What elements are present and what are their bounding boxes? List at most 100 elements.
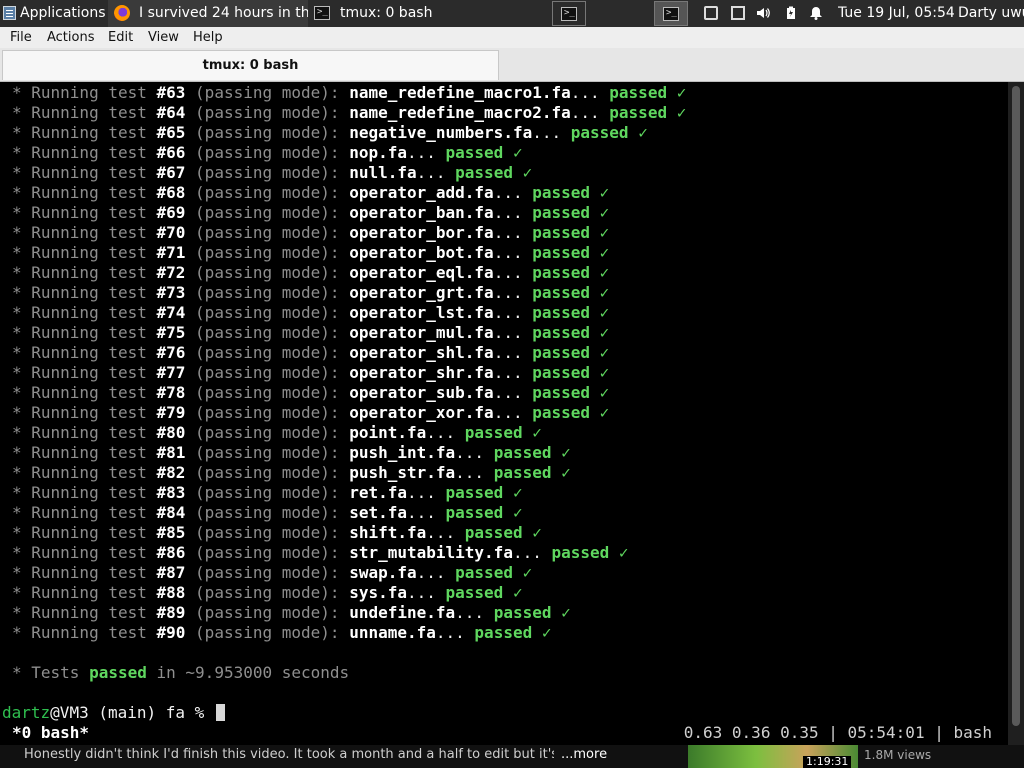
clock[interactable]: Tue 19 Jul, 05:54 <box>838 0 955 27</box>
test-prefix: * Running test <box>12 303 147 322</box>
test-file: operator_shr.fa <box>349 363 494 382</box>
menu-view[interactable]: View <box>148 27 179 48</box>
test-prefix: * Running test <box>12 163 147 182</box>
test-file: push_int.fa <box>349 443 456 462</box>
test-file: push_str.fa <box>349 463 456 482</box>
test-prefix: * Running test <box>12 143 147 162</box>
test-mode: (passing mode): <box>195 383 340 402</box>
test-result: passed <box>532 363 591 382</box>
test-prefix: * Running test <box>12 383 147 402</box>
test-mode: (passing mode): <box>195 523 340 542</box>
test-line: * Running test #90 (passing mode): unnam… <box>12 623 552 642</box>
test-result: passed <box>532 303 591 322</box>
test-prefix: * Running test <box>12 83 147 102</box>
test-mode: (passing mode): <box>195 263 340 282</box>
test-mode: (passing mode): <box>195 563 340 582</box>
test-number: #75 <box>156 323 186 342</box>
battery-icon[interactable] <box>784 6 798 20</box>
terminal-icon: >_ <box>561 7 577 21</box>
test-line: * Running test #74 (passing mode): opera… <box>12 303 610 322</box>
menu-edit[interactable]: Edit <box>108 27 133 48</box>
menu-help[interactable]: Help <box>193 27 223 48</box>
test-line: * Running test #77 (passing mode): opera… <box>12 363 610 382</box>
test-line: * Running test #64 (passing mode): name_… <box>12 103 687 122</box>
test-prefix: * Running test <box>12 263 147 282</box>
check-icon: ✓ <box>522 163 533 182</box>
test-result: passed <box>493 463 552 482</box>
test-line: * Running test #87 (passing mode): swap.… <box>12 563 533 582</box>
terminal-icon: >_ <box>663 7 679 21</box>
test-result: passed <box>532 323 591 342</box>
check-icon: ✓ <box>599 323 610 342</box>
test-mode: (passing mode): <box>195 443 340 462</box>
test-result: passed <box>464 423 523 442</box>
test-mode: (passing mode): <box>195 283 340 302</box>
check-icon: ✓ <box>522 563 533 582</box>
tab-tmux[interactable]: tmux: 0 bash <box>2 50 499 80</box>
test-mode: (passing mode): <box>195 363 340 382</box>
test-result: passed <box>445 503 504 522</box>
taskbar-item-label: I survived 24 hours in th... <box>139 5 308 21</box>
test-prefix: * Running test <box>12 583 147 602</box>
tab-bar: tmux: 0 bash <box>0 48 1024 82</box>
test-number: #89 <box>156 603 186 622</box>
test-line: * Running test #66 (passing mode): nop.f… <box>12 143 523 162</box>
test-number: #64 <box>156 103 186 122</box>
screen-icon[interactable] <box>704 6 718 20</box>
test-file: str_mutability.fa <box>349 543 513 562</box>
test-number: #83 <box>156 483 186 502</box>
applications-menu[interactable]: Applications <box>0 0 110 27</box>
test-number: #65 <box>156 123 186 142</box>
taskbar-item-firefox[interactable]: I survived 24 hours in th... <box>108 0 308 27</box>
launcher-terminal-button[interactable]: >_ <box>552 1 586 26</box>
test-number: #71 <box>156 243 186 262</box>
test-number: #72 <box>156 263 186 282</box>
test-prefix: * Running test <box>12 403 147 422</box>
test-file: operator_xor.fa <box>349 403 494 422</box>
check-icon: ✓ <box>638 123 648 142</box>
taskbar-item-terminal[interactable]: >_ tmux: 0 bash <box>310 0 510 27</box>
volume-icon[interactable] <box>756 6 770 20</box>
prompt-rest: (main) fa % <box>88 703 214 722</box>
test-file: operator_bor.fa <box>349 223 494 242</box>
check-icon: ✓ <box>676 103 687 122</box>
user-menu[interactable]: Darty uwu <box>958 0 1024 27</box>
test-number: #77 <box>156 363 186 382</box>
test-mode: (passing mode): <box>195 183 340 202</box>
scrollbar-thumb[interactable] <box>1012 86 1020 726</box>
more-link[interactable]: ...more <box>561 745 607 765</box>
test-file: operator_lst.fa <box>349 303 494 322</box>
check-icon: ✓ <box>599 363 610 382</box>
active-window-button[interactable]: >_ <box>654 1 688 26</box>
test-file: operator_ban.fa <box>349 203 494 222</box>
summary-prefix: * Tests <box>12 663 80 682</box>
shell-prompt[interactable]: dartz@VM3 (main) fa % <box>2 703 225 723</box>
test-number: #84 <box>156 503 186 522</box>
test-file: operator_add.fa <box>349 183 494 202</box>
test-mode: (passing mode): <box>195 303 340 322</box>
test-prefix: * Running test <box>12 283 147 302</box>
text-cursor <box>215 704 225 721</box>
menu-file[interactable]: File <box>10 27 32 48</box>
test-number: #68 <box>156 183 186 202</box>
test-line: * Running test #82 (passing mode): push_… <box>12 463 571 482</box>
menu-actions[interactable]: Actions <box>47 27 95 48</box>
notification-bell-icon[interactable] <box>809 6 823 20</box>
test-line: * Running test #83 (passing mode): ret.f… <box>12 483 523 502</box>
test-number: #69 <box>156 203 186 222</box>
test-result: passed <box>532 403 591 422</box>
test-mode: (passing mode): <box>195 83 340 102</box>
test-result: passed <box>609 103 668 122</box>
test-mode: (passing mode): <box>195 123 340 142</box>
window-icon[interactable] <box>731 6 745 20</box>
test-result: passed <box>532 223 591 242</box>
test-mode: (passing mode): <box>195 543 340 562</box>
terminal-output[interactable]: * Running test #63 (passing mode): name_… <box>0 82 1008 745</box>
check-icon: ✓ <box>512 483 523 502</box>
test-number: #90 <box>156 623 186 642</box>
check-icon: ✓ <box>599 203 610 222</box>
terminal-scrollbar[interactable] <box>1008 82 1024 745</box>
tmux-window-list: *0 bash* <box>12 723 90 742</box>
test-number: #82 <box>156 463 186 482</box>
test-prefix: * Running test <box>12 363 147 382</box>
